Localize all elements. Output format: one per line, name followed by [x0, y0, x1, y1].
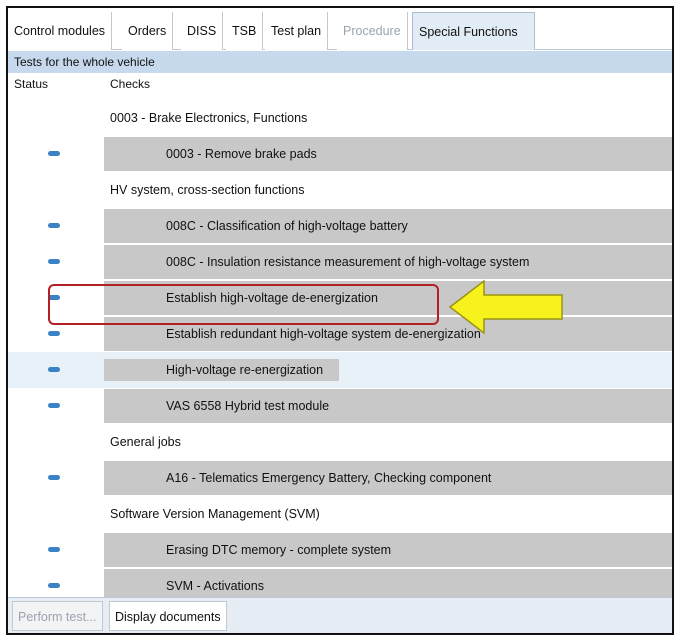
status-dash-icon — [48, 259, 60, 264]
group-row: General jobs — [8, 424, 672, 460]
check-cell[interactable]: 008C - Insulation resistance measurement… — [104, 245, 672, 279]
status-dash-icon — [48, 367, 60, 372]
arrow-left-icon — [448, 279, 563, 335]
check-row[interactable]: 008C - Insulation resistance measurement… — [8, 244, 672, 280]
check-label: High-voltage re-energization — [166, 363, 324, 377]
status-dash-icon — [48, 583, 60, 588]
check-row[interactable]: 008C - Classification of high-voltage ba… — [8, 208, 672, 244]
status-dash-icon — [48, 403, 60, 408]
tab-special-functions[interactable]: Special Functions — [412, 12, 535, 50]
tab-control-modules[interactable]: Control modules — [8, 12, 113, 50]
check-cell[interactable]: 0003 - Remove brake pads — [104, 137, 672, 171]
check-label: VAS 6558 Hybrid test module — [166, 399, 330, 413]
check-cell[interactable]: High-voltage re-energization — [104, 353, 672, 387]
bottom-toolbar: Perform test... Display documents — [8, 597, 672, 633]
check-cell[interactable]: A16 - Telematics Emergency Battery, Chec… — [104, 461, 672, 495]
tab-bar: Control modules Orders DISS TSB Test pla… — [8, 8, 672, 50]
status-dash-icon — [48, 547, 60, 552]
check-label: 008C - Classification of high-voltage ba… — [166, 219, 408, 233]
group-row: Software Version Management (SVM) — [8, 496, 672, 532]
vehicle-tests-window: Control modules Orders DISS TSB Test pla… — [6, 6, 674, 635]
check-cell[interactable]: 008C - Classification of high-voltage ba… — [104, 209, 672, 243]
check-label: Erasing DTC memory - complete system — [166, 543, 392, 557]
check-row[interactable]: High-voltage re-energization — [8, 352, 672, 388]
check-row[interactable]: A16 - Telematics Emergency Battery, Chec… — [8, 460, 672, 496]
column-header-checks: Checks — [110, 73, 151, 95]
group-label: 0003 - Brake Electronics, Functions — [110, 111, 308, 125]
group-label: General jobs — [110, 435, 181, 449]
status-dash-icon — [48, 151, 60, 156]
tab-test-plan[interactable]: Test plan — [265, 12, 329, 50]
group-row: 0003 - Brake Electronics, Functions — [8, 100, 672, 136]
tab-diss[interactable]: DISS — [181, 12, 224, 50]
check-cell[interactable]: Erasing DTC memory - complete system — [104, 533, 672, 567]
check-label: 0003 - Remove brake pads — [166, 147, 317, 161]
group-label: HV system, cross-section functions — [110, 183, 305, 197]
perform-test-button[interactable]: Perform test... — [12, 601, 103, 631]
status-dash-icon — [48, 331, 60, 336]
check-row[interactable]: VAS 6558 Hybrid test module — [8, 388, 672, 424]
section-title: Tests for the whole vehicle — [8, 51, 672, 73]
tab-tsb[interactable]: TSB — [226, 12, 264, 50]
highlight-box — [48, 284, 439, 325]
group-label: Software Version Management (SVM) — [110, 507, 320, 521]
check-row[interactable]: Erasing DTC memory - complete system — [8, 532, 672, 568]
display-documents-button[interactable]: Display documents — [109, 601, 227, 631]
group-row: HV system, cross-section functions — [8, 172, 672, 208]
check-label: A16 - Telematics Emergency Battery, Chec… — [166, 471, 492, 485]
check-label: 008C - Insulation resistance measurement… — [166, 255, 530, 269]
tab-procedure[interactable]: Procedure — [337, 12, 408, 50]
tab-orders[interactable]: Orders — [122, 12, 174, 50]
column-header-status: Status — [14, 73, 49, 95]
check-cell[interactable]: VAS 6558 Hybrid test module — [104, 389, 672, 423]
check-row[interactable]: 0003 - Remove brake pads — [8, 136, 672, 172]
status-dash-icon — [48, 223, 60, 228]
status-dash-icon — [48, 475, 60, 480]
